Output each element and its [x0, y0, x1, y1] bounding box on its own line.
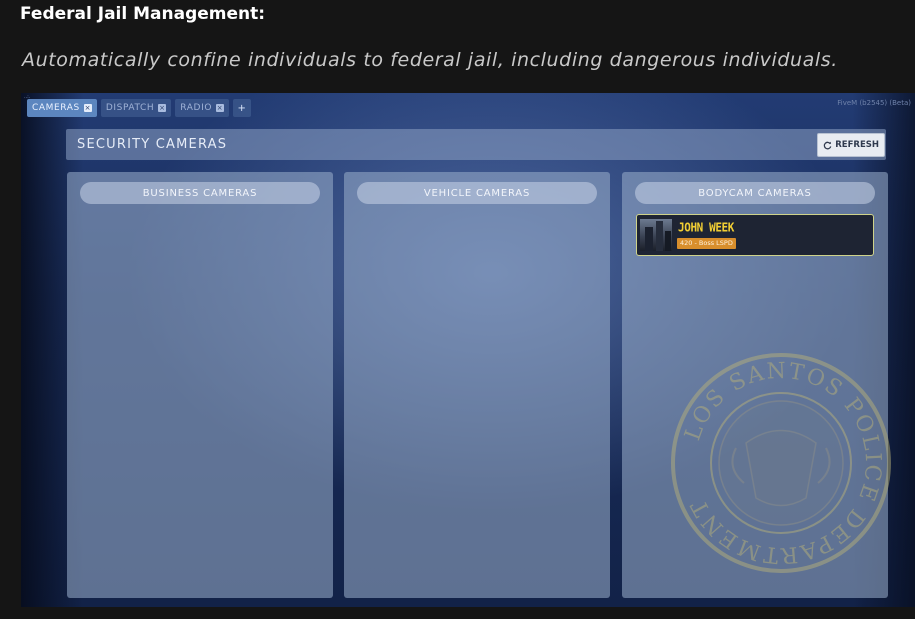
- close-icon[interactable]: ×: [216, 104, 225, 112]
- refresh-label: REFRESH: [835, 140, 879, 150]
- panel-title: BODYCAM CAMERAS: [635, 182, 875, 204]
- tab-radio[interactable]: RADIO ×: [175, 99, 230, 117]
- refresh-button[interactable]: REFRESH: [817, 133, 885, 157]
- vehicle-cameras-panel: VEHICLE CAMERAS: [344, 172, 610, 598]
- tab-label: DISPATCH: [105, 103, 155, 113]
- close-icon[interactable]: ×: [83, 104, 92, 112]
- build-info: FiveM (b2545) (Beta): [837, 99, 911, 107]
- tab-label: RADIO: [180, 103, 213, 113]
- header-bar: SECURITY CAMERAS REFRESH: [66, 129, 886, 160]
- camera-thumbnail: [640, 219, 672, 251]
- business-cameras-panel: BUSINESS CAMERAS: [67, 172, 333, 598]
- tab-bar: CAMERAS × DISPATCH × RADIO × +: [27, 99, 252, 117]
- panel-title: BUSINESS CAMERAS: [80, 182, 320, 204]
- game-ui-screenshot: ..:. CAMERAS × DISPATCH × RADIO × + Five…: [21, 93, 915, 607]
- officer-name: JOHN WEEK: [678, 220, 735, 235]
- page-subtitle: Automatically confine individuals to fed…: [22, 49, 838, 71]
- page-title: Federal Jail Management:: [20, 4, 266, 24]
- panel-title: VEHICLE CAMERAS: [357, 182, 597, 204]
- refresh-icon: [824, 141, 832, 149]
- section-title: SECURITY CAMERAS: [77, 137, 228, 152]
- tab-label: CAMERAS: [32, 103, 80, 113]
- close-icon[interactable]: ×: [158, 104, 167, 112]
- add-tab-button[interactable]: +: [233, 99, 252, 117]
- tab-dispatch[interactable]: DISPATCH ×: [100, 99, 172, 117]
- tab-cameras[interactable]: CAMERAS ×: [27, 99, 97, 117]
- bodycam-card[interactable]: JOHN WEEK 420 - Boss LSPD: [636, 214, 874, 256]
- police-seal-watermark: LOS SANTOS POLICE DEPARTMENT: [671, 353, 891, 573]
- officer-badge: 420 - Boss LSPD: [677, 238, 736, 249]
